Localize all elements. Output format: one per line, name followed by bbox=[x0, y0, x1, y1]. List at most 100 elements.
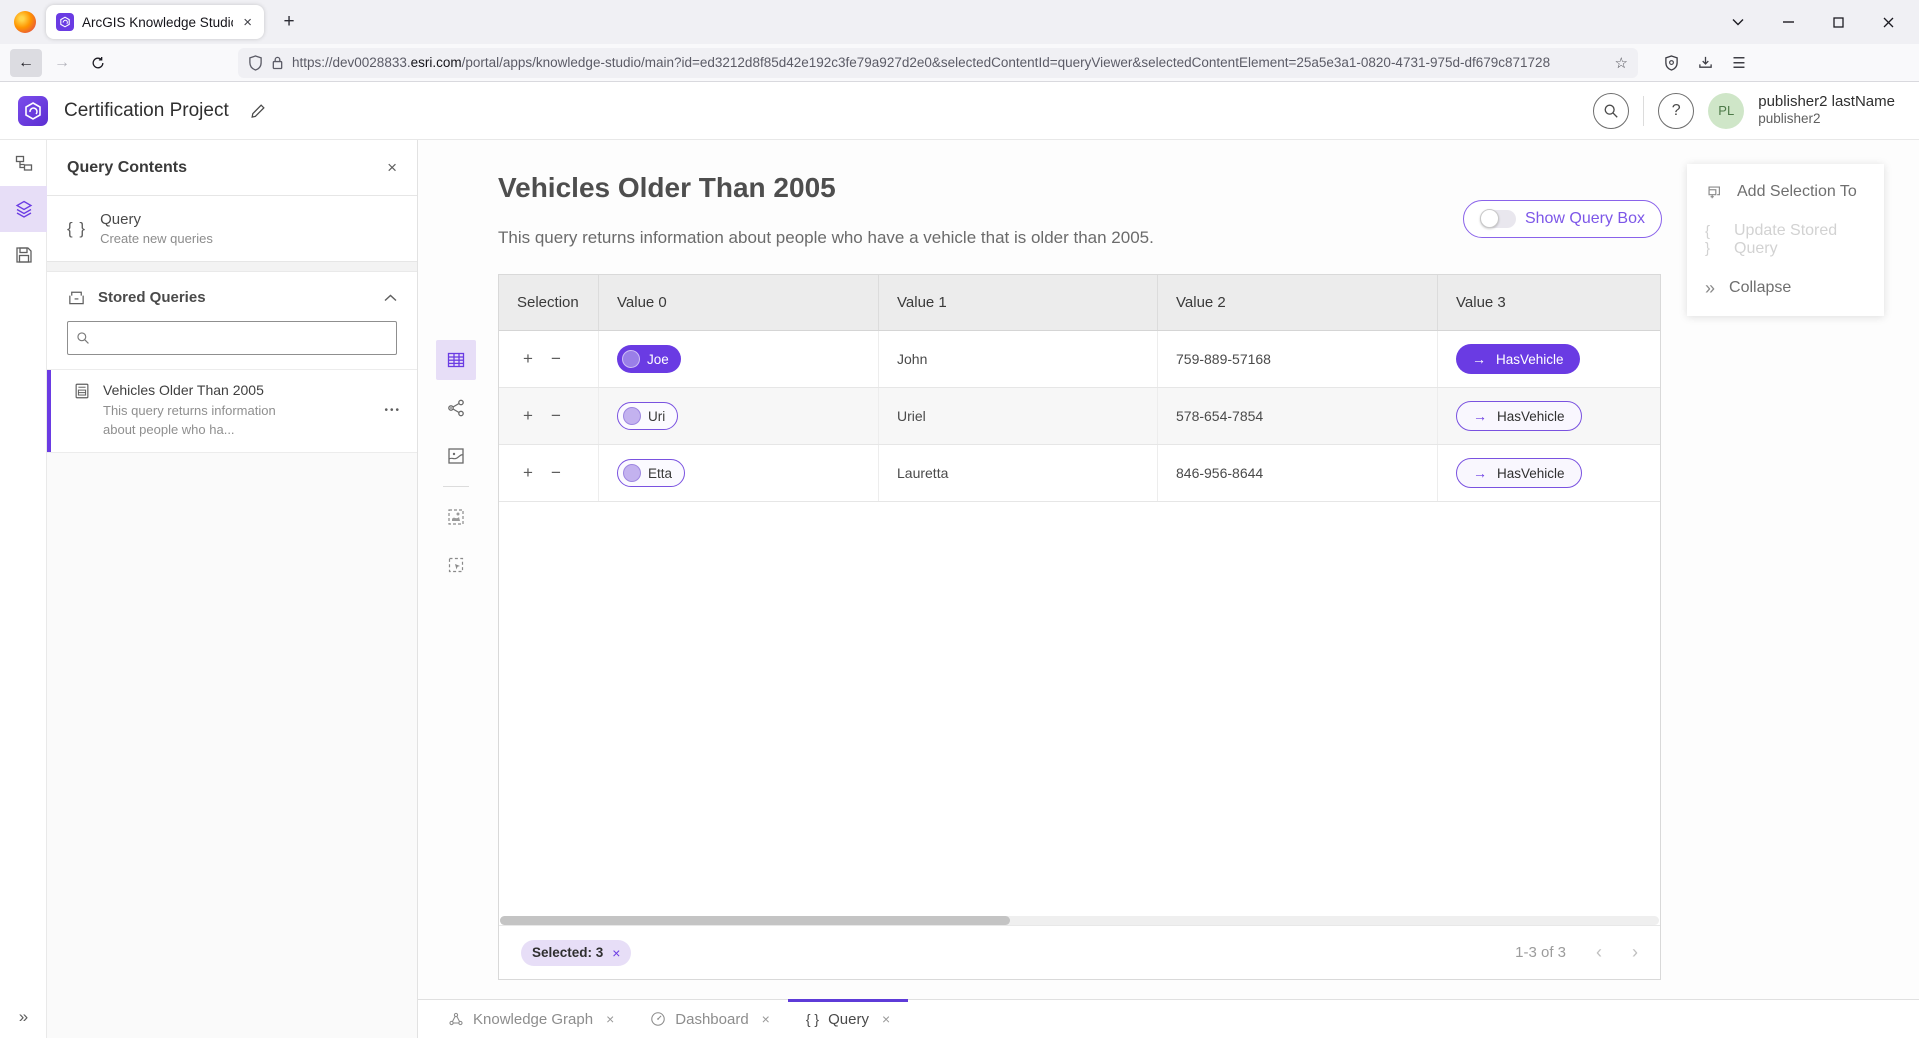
chevron-up-icon[interactable] bbox=[384, 294, 397, 302]
panel-close-icon[interactable]: × bbox=[387, 158, 397, 178]
relation-arrow-icon: → bbox=[1472, 351, 1486, 367]
save-to-library-icon[interactable] bbox=[1690, 49, 1720, 77]
remove-from-selection-icon[interactable]: − bbox=[551, 349, 561, 369]
query-results-table: Selection Value 0 Value 1 Value 2 Value … bbox=[498, 274, 1661, 980]
stored-queries-header[interactable]: Stored Queries bbox=[47, 272, 417, 317]
save-icon[interactable] bbox=[0, 232, 47, 278]
dashboard-gauge-icon bbox=[650, 1011, 666, 1027]
add-to-selection-icon[interactable]: + bbox=[523, 349, 533, 369]
menu-item-label: Collapse bbox=[1729, 279, 1791, 297]
scrollbar-thumb[interactable] bbox=[500, 916, 1010, 925]
browser-tab-bar: ArcGIS Knowledge Studio × + bbox=[0, 0, 1919, 44]
show-query-box-toggle[interactable]: Show Query Box bbox=[1463, 200, 1662, 238]
entity-dot-icon bbox=[622, 350, 640, 368]
selection-cell: + − bbox=[499, 331, 599, 387]
relation-pill[interactable]: →HasVehicle bbox=[1456, 458, 1582, 488]
search-input[interactable] bbox=[96, 330, 388, 346]
panel-section-gap bbox=[47, 262, 417, 272]
tab-close-icon[interactable]: × bbox=[241, 14, 254, 31]
entity-cell: Joe bbox=[599, 331, 879, 387]
next-page-icon[interactable]: › bbox=[1632, 942, 1638, 963]
relation-pill[interactable]: →HasVehicle bbox=[1456, 344, 1580, 374]
entity-pill[interactable]: Etta bbox=[617, 459, 685, 487]
tab-query[interactable]: { } Query × bbox=[788, 1000, 908, 1038]
stored-query-options-icon[interactable]: ••• bbox=[384, 405, 401, 416]
window-close-button[interactable] bbox=[1873, 7, 1903, 37]
new-tab-button[interactable]: + bbox=[274, 7, 304, 37]
reload-button[interactable] bbox=[82, 49, 114, 77]
horizontal-scrollbar[interactable] bbox=[500, 916, 1659, 925]
browser-window: ArcGIS Knowledge Studio × + ← → bbox=[0, 0, 1919, 1038]
tab-close-icon[interactable]: × bbox=[762, 1011, 770, 1027]
column-header-value3[interactable]: Value 3 bbox=[1438, 275, 1660, 330]
avatar[interactable]: PL bbox=[1708, 93, 1744, 129]
query-result-title: Vehicles Older Than 2005 bbox=[498, 172, 836, 204]
url-text[interactable]: https://dev0028833.esri.com/portal/apps/… bbox=[292, 55, 1607, 70]
stored-query-item[interactable]: Vehicles Older Than 2005 This query retu… bbox=[47, 369, 417, 453]
column-header-selection[interactable]: Selection bbox=[499, 275, 599, 330]
tracking-protection-shield-icon[interactable] bbox=[248, 55, 263, 71]
left-rail: » bbox=[0, 140, 47, 1038]
url-bar[interactable]: https://dev0028833.esri.com/portal/apps/… bbox=[238, 48, 1638, 78]
column-header-value1[interactable]: Value 1 bbox=[879, 275, 1158, 330]
privacy-shield-icon[interactable] bbox=[1656, 49, 1686, 77]
tab-title: ArcGIS Knowledge Studio bbox=[82, 15, 233, 30]
selected-count-chip[interactable]: Selected: 3 × bbox=[521, 940, 631, 966]
edit-project-title-icon[interactable] bbox=[249, 102, 267, 120]
help-button[interactable]: ? bbox=[1658, 93, 1694, 129]
previous-page-icon[interactable]: ‹ bbox=[1596, 942, 1602, 963]
menu-item-collapse[interactable]: » Collapse bbox=[1687, 266, 1884, 310]
entity-dot-icon bbox=[623, 464, 641, 482]
link-chart-view-icon[interactable] bbox=[436, 388, 476, 428]
user-info[interactable]: publisher2 lastName publisher2 bbox=[1758, 93, 1895, 129]
search-button[interactable] bbox=[1593, 93, 1629, 129]
tab-close-icon[interactable]: × bbox=[606, 1011, 614, 1027]
back-button[interactable]: ← bbox=[10, 49, 42, 77]
view-switcher-rail bbox=[436, 340, 476, 593]
expand-rail-icon[interactable]: » bbox=[0, 1002, 47, 1032]
browser-tab-active[interactable]: ArcGIS Knowledge Studio × bbox=[46, 5, 264, 39]
stored-queries-search[interactable] bbox=[67, 321, 397, 355]
map-view-icon[interactable] bbox=[436, 436, 476, 476]
remove-from-selection-icon[interactable]: − bbox=[551, 406, 561, 426]
new-query-item[interactable]: { } Query Create new queries bbox=[47, 196, 417, 262]
add-to-selection-icon[interactable]: + bbox=[523, 406, 533, 426]
entity-pill[interactable]: Joe bbox=[617, 345, 681, 373]
selection-tool-icon[interactable] bbox=[436, 545, 476, 585]
menu-item-update-stored-query[interactable]: { } Update Stored Query bbox=[1687, 218, 1884, 262]
window-minimize-button[interactable] bbox=[1773, 7, 1803, 37]
tab-dashboard[interactable]: Dashboard × bbox=[632, 1000, 788, 1038]
connection-lock-icon[interactable] bbox=[271, 55, 284, 70]
forward-button[interactable]: → bbox=[46, 49, 78, 77]
table-footer: Selected: 3 × 1-3 of 3 ‹ › bbox=[499, 925, 1660, 979]
table-header-row: Selection Value 0 Value 1 Value 2 Value … bbox=[499, 275, 1660, 331]
firefox-icon[interactable] bbox=[14, 11, 36, 33]
toggle-switch[interactable] bbox=[1480, 210, 1516, 228]
column-header-value2[interactable]: Value 2 bbox=[1158, 275, 1438, 330]
pagination: 1-3 of 3 ‹ › bbox=[1515, 942, 1638, 963]
window-maximize-button[interactable] bbox=[1823, 7, 1853, 37]
remove-from-selection-icon[interactable]: − bbox=[551, 463, 561, 483]
add-to-selection-icon[interactable]: + bbox=[523, 463, 533, 483]
entity-pill[interactable]: Uri bbox=[617, 402, 678, 430]
column-header-value0[interactable]: Value 0 bbox=[599, 275, 879, 330]
menu-item-add-selection-to[interactable]: Add Selection To bbox=[1687, 170, 1884, 214]
relation-cell: →HasVehicle bbox=[1438, 445, 1660, 501]
relation-cell: →HasVehicle bbox=[1438, 388, 1660, 444]
braces-icon: { } bbox=[67, 219, 86, 239]
clear-selection-icon[interactable]: × bbox=[612, 945, 620, 961]
tab-list-button[interactable] bbox=[1723, 7, 1753, 37]
table-view-icon[interactable] bbox=[436, 340, 476, 380]
data-model-icon[interactable] bbox=[0, 140, 47, 186]
app-menu-icon[interactable]: ☰ bbox=[1724, 49, 1754, 77]
url-path: /portal/apps/knowledge-studio/main?id=ed… bbox=[462, 55, 1550, 70]
entity-cell: Uri bbox=[599, 388, 879, 444]
contents-layers-icon[interactable] bbox=[0, 186, 47, 232]
bookmark-star-icon[interactable]: ☆ bbox=[1615, 54, 1628, 72]
tab-close-icon[interactable]: × bbox=[882, 1011, 890, 1027]
arcgis-knowledge-icon bbox=[56, 13, 74, 31]
tab-knowledge-graph[interactable]: Knowledge Graph × bbox=[430, 1000, 632, 1038]
add-to-map-icon[interactable] bbox=[436, 497, 476, 537]
stored-queries-folder-icon bbox=[67, 288, 86, 307]
relation-pill[interactable]: →HasVehicle bbox=[1456, 401, 1582, 431]
